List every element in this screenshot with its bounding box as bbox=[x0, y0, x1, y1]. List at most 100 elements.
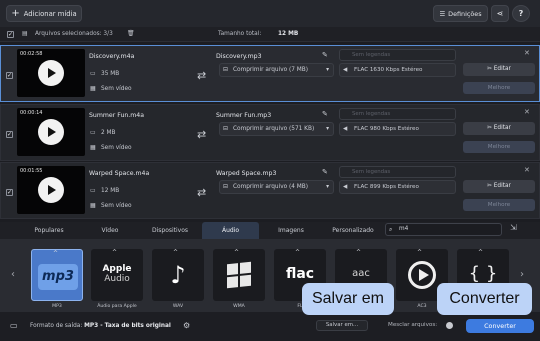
format-tile-apple-audio[interactable]: ^ Apple Audio bbox=[91, 249, 143, 301]
rename-pencil-icon[interactable]: ✎ bbox=[322, 51, 328, 59]
play-circle-icon bbox=[408, 261, 436, 289]
speaker-icon: ◀ bbox=[343, 67, 348, 73]
file-row[interactable]: ✓ 00:02:58 Discovery.m4a ▭ 35 MB ▦ Sem v… bbox=[0, 45, 540, 102]
tab-imagens[interactable]: Imagens bbox=[262, 222, 320, 239]
chevron-down-icon: ▾ bbox=[326, 126, 329, 132]
convert-button[interactable]: Converter bbox=[466, 319, 534, 333]
format-tile-wav[interactable]: ^ ♪ bbox=[152, 249, 204, 301]
subtitles-dropdown[interactable]: Sem legendas bbox=[339, 49, 456, 61]
compress-icon: ⊟ bbox=[223, 184, 228, 190]
callout-convert: Converter bbox=[437, 283, 532, 315]
source-filename: Warped Space.m4a bbox=[89, 170, 150, 177]
file-row[interactable]: ✓ 00:00:14 Summer Fun.m4a ▭ 2 MB ▦ Sem v… bbox=[0, 104, 540, 161]
merge-files-toggle[interactable] bbox=[446, 322, 453, 329]
apple-audio-logo-icon: Apple Audio bbox=[102, 264, 132, 284]
thumbnail[interactable]: 00:00:14 bbox=[17, 108, 85, 156]
compress-dropdown[interactable]: ⊟ Comprimir arquivo (571 KB) ▾ bbox=[219, 122, 334, 136]
compress-dropdown[interactable]: ⊟ Comprimir arquivo (7 MB) ▾ bbox=[219, 63, 334, 77]
format-search-input[interactable]: ⌕ m4 bbox=[385, 223, 502, 236]
file-checkbox[interactable]: ✓ bbox=[6, 131, 13, 138]
improve-button[interactable]: Melhore bbox=[463, 199, 535, 211]
output-filename: Summer Fun.mp3 bbox=[216, 112, 272, 119]
remove-file-icon[interactable]: ✕ bbox=[524, 108, 530, 116]
tab-dispositivos[interactable]: Dispositivos bbox=[140, 222, 200, 239]
video-track: Sem vídeo bbox=[101, 145, 132, 151]
file-checkbox[interactable]: ✓ bbox=[6, 72, 13, 79]
thumbnail[interactable]: 00:02:58 bbox=[17, 49, 85, 97]
trash-icon[interactable]: 🗑 bbox=[127, 30, 135, 37]
files-icon: ▤ bbox=[22, 30, 28, 37]
settings-button[interactable]: ☰ Definições bbox=[433, 5, 488, 22]
chevron-up-icon: ^ bbox=[295, 249, 301, 256]
merge-files-label: Mesclar arquivos: bbox=[388, 322, 438, 328]
files-selected-count: Arquivos selecionados: 3/3 bbox=[35, 31, 113, 37]
thumbnail[interactable]: 00:01:55 bbox=[17, 166, 85, 214]
compress-dropdown[interactable]: ⊟ Comprimir arquivo (4 MB) ▾ bbox=[219, 180, 334, 194]
format-label: Áudio para Apple bbox=[97, 304, 137, 309]
gear-icon[interactable]: ⚙ bbox=[183, 321, 190, 330]
subtitles-label: Sem legendas bbox=[352, 52, 391, 58]
play-icon[interactable] bbox=[38, 60, 64, 86]
source-size: 35 MB bbox=[101, 71, 120, 77]
improve-button[interactable]: Melhore bbox=[463, 141, 535, 153]
source-filename: Summer Fun.m4a bbox=[89, 112, 145, 119]
add-media-label: Adicionar mídia bbox=[23, 9, 77, 18]
export-preset-icon[interactable]: ⇲ bbox=[510, 223, 517, 232]
edit-button[interactable]: ✂ Editar bbox=[463, 122, 535, 135]
convert-arrows-icon: ⇄ bbox=[197, 186, 207, 199]
help-button[interactable]: ? bbox=[512, 5, 530, 22]
chevron-up-icon: ^ bbox=[53, 250, 59, 257]
audio-track-dropdown[interactable]: ◀ FLAC 899 Kbps Estéreo bbox=[339, 180, 456, 194]
edit-button[interactable]: ✂ Editar bbox=[463, 180, 535, 193]
scissors-icon: ✂ bbox=[487, 183, 494, 189]
save-in-dropdown[interactable]: Salvar em... bbox=[316, 320, 368, 331]
rename-pencil-icon[interactable]: ✎ bbox=[322, 168, 328, 176]
play-icon[interactable] bbox=[38, 177, 64, 203]
select-all-checkbox[interactable]: ✓ bbox=[7, 31, 14, 38]
convert-arrows-icon: ⇄ bbox=[197, 128, 207, 141]
file-row[interactable]: ✓ 00:01:55 Warped Space.m4a ▭ 12 MB ▦ Se… bbox=[0, 162, 540, 219]
output-format-value: MP3 - Taxa de bits original bbox=[84, 323, 171, 329]
output-format-label: Formato de saída: bbox=[30, 323, 83, 329]
add-media-button[interactable]: + Adicionar mídia bbox=[6, 5, 82, 22]
format-tile-wma[interactable]: ^ bbox=[213, 249, 265, 301]
audio-track-dropdown[interactable]: ◀ FLAC 1630 Kbps Estéreo bbox=[339, 63, 456, 77]
format-tile-mp3[interactable]: ^ mp3 bbox=[31, 249, 83, 301]
convert-arrows-icon: ⇄ bbox=[197, 69, 207, 82]
source-size: 12 MB bbox=[101, 188, 120, 194]
tab-video[interactable]: Vídeo bbox=[84, 222, 136, 239]
rename-pencil-icon[interactable]: ✎ bbox=[322, 110, 328, 118]
tab-audio[interactable]: Áudio bbox=[202, 222, 259, 239]
remove-file-icon[interactable]: ✕ bbox=[524, 49, 530, 57]
duration: 00:00:14 bbox=[20, 110, 43, 116]
remove-file-icon[interactable]: ✕ bbox=[524, 166, 530, 174]
edit-label: Editar bbox=[493, 125, 511, 131]
duration: 00:01:55 bbox=[20, 168, 43, 174]
share-button[interactable]: ⋖ bbox=[491, 5, 509, 22]
output-format-icon: ▭ bbox=[10, 321, 18, 330]
subtitles-dropdown[interactable]: Sem legendas bbox=[339, 108, 456, 120]
chevron-down-icon: ▾ bbox=[326, 67, 329, 73]
file-icon: ▭ bbox=[90, 70, 96, 77]
tab-personalizado[interactable]: Personalizado bbox=[322, 222, 384, 239]
file-icon: ▭ bbox=[90, 129, 96, 136]
flac-logo-icon: flac bbox=[285, 266, 315, 282]
settings-label: Definições bbox=[448, 9, 482, 18]
chevron-up-icon: ^ bbox=[356, 249, 362, 256]
audio-track-label: FLAC 1630 Kbps Estéreo bbox=[354, 67, 423, 73]
subtitles-dropdown[interactable]: Sem legendas bbox=[339, 166, 456, 178]
tab-populares[interactable]: Populares bbox=[20, 222, 78, 239]
play-icon[interactable] bbox=[38, 119, 64, 145]
source-filename: Discovery.m4a bbox=[89, 53, 135, 60]
film-icon: ▦ bbox=[90, 202, 96, 209]
improve-button[interactable]: Melhore bbox=[463, 82, 535, 94]
total-size-label: Tamanho total: bbox=[218, 31, 262, 37]
edit-button[interactable]: ✂ Editar bbox=[463, 63, 535, 76]
file-checkbox[interactable]: ✓ bbox=[6, 189, 13, 196]
chevron-right-icon[interactable]: › bbox=[520, 269, 524, 280]
chevron-left-icon[interactable]: ‹ bbox=[11, 269, 15, 280]
audio-track-dropdown[interactable]: ◀ FLAC 980 Kbps Estéreo bbox=[339, 122, 456, 136]
audio-track-label: FLAC 980 Kbps Estéreo bbox=[354, 126, 419, 132]
film-icon: ▦ bbox=[90, 85, 96, 92]
duration: 00:02:58 bbox=[20, 51, 43, 57]
